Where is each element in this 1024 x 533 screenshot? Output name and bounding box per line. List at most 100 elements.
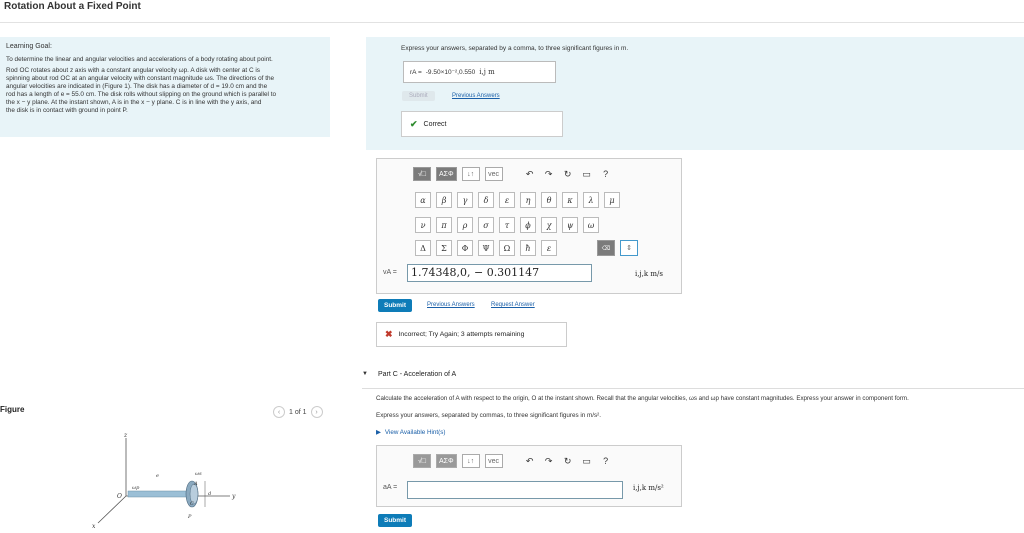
previous-answers-link[interactable]: Previous Answers: [427, 302, 475, 308]
greek-key[interactable]: κ: [562, 192, 578, 208]
collapse-triangle-icon[interactable]: ▼: [362, 371, 368, 377]
keyboard-icon[interactable]: ▭: [580, 167, 594, 181]
greek-key[interactable]: γ: [457, 192, 473, 208]
greek-key[interactable]: δ: [478, 192, 494, 208]
part-c-heading[interactable]: Part C - Acceleration of A: [378, 371, 456, 378]
greek-key[interactable]: τ: [499, 217, 515, 233]
greek-key[interactable]: η: [520, 192, 536, 208]
submit-button-disabled: Submit: [402, 91, 435, 101]
greek-row-3: Δ Σ Φ Ψ Ω ħ ε ⌫ ⇕: [415, 240, 638, 256]
rod-oc: [127, 490, 191, 498]
view-hints-link[interactable]: ▶ View Available Hint(s): [376, 429, 446, 436]
greek-key[interactable]: λ: [583, 192, 599, 208]
greek-key[interactable]: ν: [415, 217, 431, 233]
vector-button[interactable]: vec: [484, 167, 503, 181]
greek-key[interactable]: ψ: [562, 217, 578, 233]
o-label: O: [117, 493, 122, 500]
greek-key[interactable]: ε: [499, 192, 515, 208]
chevron-right-icon[interactable]: ›: [310, 406, 323, 418]
learning-goal-heading: Learning Goal:: [6, 43, 52, 50]
request-answer-link[interactable]: Request Answer: [491, 302, 535, 308]
greek-key[interactable]: α: [415, 192, 431, 208]
greek-key[interactable]: Ω: [499, 240, 515, 256]
expand-triangle-icon: ▶: [376, 429, 381, 436]
greek-key[interactable]: σ: [478, 217, 494, 233]
rotation-diagram[interactable]: z y x e d O C A P ωp ωs: [80, 428, 260, 533]
chevron-left-icon[interactable]: ‹: [273, 406, 285, 418]
figure-heading: Figure: [0, 405, 25, 414]
template-button[interactable]: √□: [413, 454, 431, 468]
redo-icon[interactable]: ↷: [542, 167, 556, 181]
ra-answer-display: rA = -9.50×10⁻²,0.550 i,j m: [403, 61, 556, 83]
greek-key[interactable]: π: [436, 217, 452, 233]
reset-icon[interactable]: ↻: [561, 454, 575, 468]
title-divider: [0, 22, 1024, 23]
x-mark-icon: ✖: [385, 329, 393, 339]
figure-pager: ‹ 1 of 1 ›: [273, 406, 323, 418]
subscript-superscript-button[interactable]: ↓↑: [461, 167, 480, 181]
greek-key[interactable]: Δ: [415, 240, 431, 256]
submit-button-part-c[interactable]: Submit: [378, 514, 413, 527]
correct-text: Correct: [423, 120, 447, 128]
reset-icon[interactable]: ↻: [561, 167, 575, 181]
subscript-superscript-button[interactable]: ↓↑: [461, 454, 480, 468]
undo-icon[interactable]: ↶: [523, 454, 537, 468]
ra-units: i,j m: [479, 68, 495, 76]
undo-icon[interactable]: ↶: [523, 167, 537, 181]
incorrect-feedback: ✖ Incorrect; Try Again; 3 attempts remai…: [376, 322, 567, 347]
figure-page-indicator: 1 of 1: [289, 408, 307, 416]
d-label: d: [208, 491, 211, 497]
template-button[interactable]: √□: [413, 167, 431, 181]
checkmark-icon: ✔: [410, 118, 418, 129]
greek-key[interactable]: Ψ: [478, 240, 494, 256]
view-hints-text: View Available Hint(s): [384, 429, 446, 436]
va-answer-input[interactable]: 1.74348,0, − 0.301147: [407, 264, 592, 282]
help-icon[interactable]: ?: [599, 454, 613, 468]
greek-key[interactable]: ħ: [520, 240, 536, 256]
greek-row-1: α β γ δ ε η θ κ λ μ: [415, 192, 620, 208]
a-label: A: [193, 481, 198, 487]
greek-key[interactable]: ε: [541, 240, 557, 256]
p-label: P: [187, 514, 192, 520]
submit-button[interactable]: Submit: [378, 299, 413, 312]
e-label: e: [156, 473, 159, 479]
backspace-icon[interactable]: ⌫: [597, 240, 615, 256]
x-axis: [97, 495, 127, 524]
omega-p-label: ωp: [132, 485, 140, 491]
greek-key[interactable]: χ: [541, 217, 557, 233]
greek-key[interactable]: ρ: [457, 217, 473, 233]
problem-line: rod has a length of e = 55.0 cm. The dis…: [6, 91, 277, 98]
va-label: vA =: [383, 269, 397, 276]
va-units: i,j,k m/s: [635, 270, 663, 278]
greek-key[interactable]: β: [436, 192, 452, 208]
incorrect-text: Incorrect; Try Again; 3 attempts remaini…: [398, 331, 525, 338]
math-editor-part-c: √□ ΑΣΦ ↓↑ vec ↶ ↷ ↻ ▭ ? aA = i,j,k m/s²: [376, 445, 682, 507]
greek-symbols-button[interactable]: ΑΣΦ: [436, 454, 457, 468]
math-editor: √□ ΑΣΦ ↓↑ vec ↶ ↷ ↻ ▭ ? α β γ δ ε η θ κ …: [376, 158, 682, 294]
previous-answers-link[interactable]: Previous Answers: [452, 93, 500, 99]
part-c-question: Calculate the acceleration of A with res…: [376, 395, 909, 402]
ra-value: -9.50×10⁻²,0.550: [425, 69, 476, 76]
greek-key[interactable]: Φ: [457, 240, 473, 256]
redo-icon[interactable]: ↷: [542, 454, 556, 468]
problem-line: the disk is in contact with ground in po…: [6, 107, 128, 114]
greek-key[interactable]: ω: [583, 217, 599, 233]
greek-key[interactable]: ϕ: [520, 217, 536, 233]
help-icon[interactable]: ?: [599, 167, 613, 181]
problem-line: spinning about rod OC at an angular velo…: [6, 75, 275, 82]
part-b-instruction: Express your answers, separated by a com…: [401, 45, 629, 52]
greek-key[interactable]: μ: [604, 192, 620, 208]
greek-symbols-button[interactable]: ΑΣΦ: [436, 167, 457, 181]
aa-answer-input[interactable]: [407, 481, 623, 499]
omega-s-label: ωs: [195, 471, 202, 477]
greek-key[interactable]: θ: [541, 192, 557, 208]
page-title: Rotation About a Fixed Point: [4, 1, 141, 12]
greek-key[interactable]: Σ: [436, 240, 452, 256]
correct-feedback: ✔ Correct: [401, 111, 563, 137]
part-c-divider: [362, 388, 1024, 389]
keyboard-toggle-icon[interactable]: ⇕: [620, 240, 638, 256]
vector-button[interactable]: vec: [484, 454, 503, 468]
problem-line: angular velocities are indicated in (Fig…: [6, 83, 268, 90]
keyboard-icon[interactable]: ▭: [580, 454, 594, 468]
aa-label: aA =: [383, 484, 398, 491]
